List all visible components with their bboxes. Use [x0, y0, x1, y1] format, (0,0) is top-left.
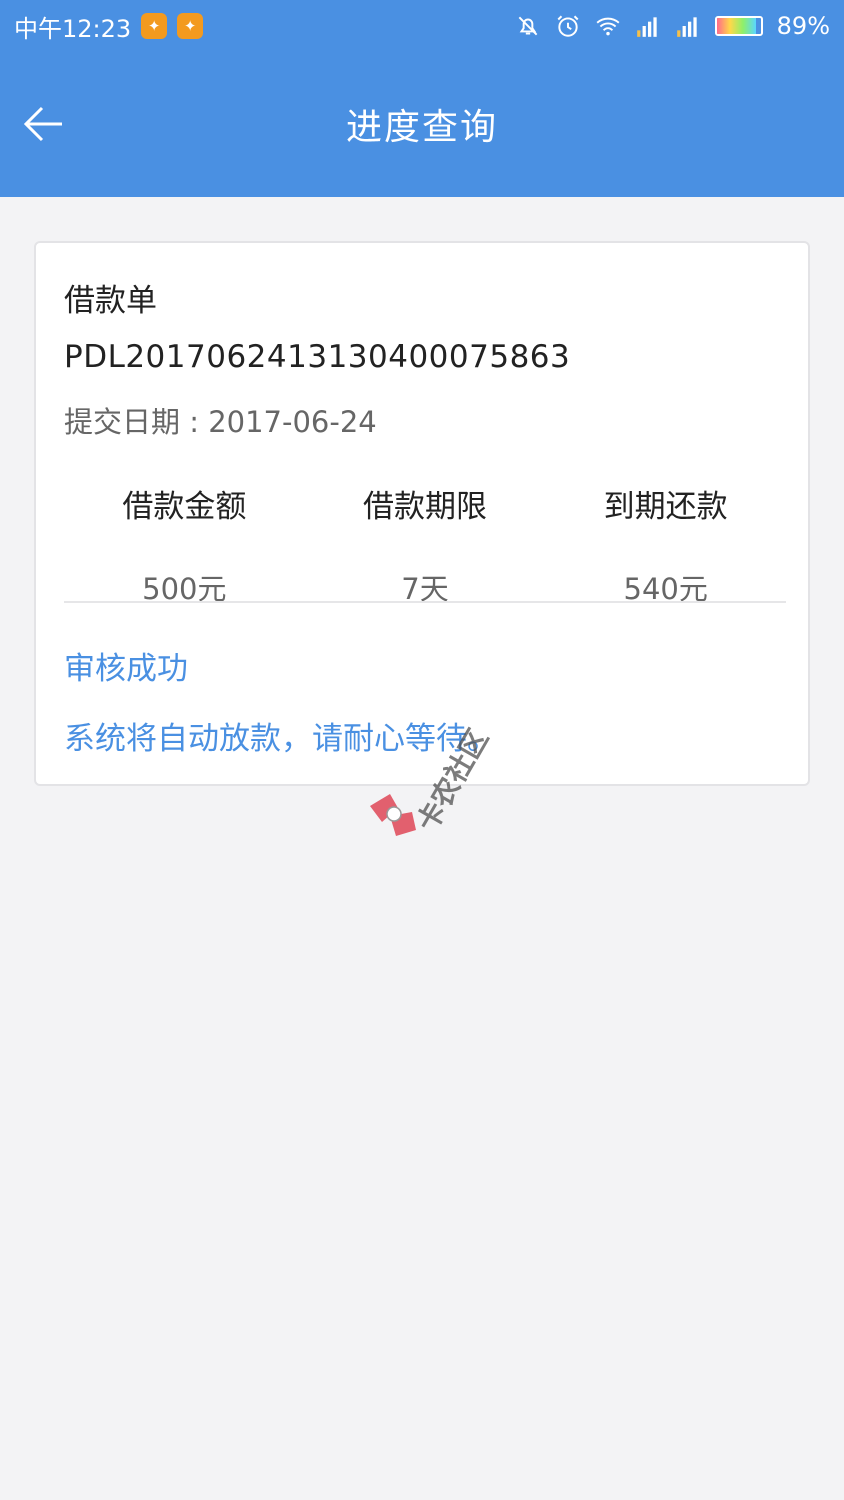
alarm-icon: [557, 15, 579, 37]
status-bar: 中午12:23 ✦ ✦ 89%: [0, 0, 844, 52]
stat-repayment: 到期还款 540元: [545, 481, 786, 608]
divider: [64, 601, 786, 603]
review-status: 审核成功: [64, 651, 188, 687]
uc-browser-icon: ✦: [141, 13, 168, 39]
doc-number: PDL2017062413130400075863: [64, 339, 571, 375]
page-title: 进度查询: [345, 107, 498, 148]
status-time: 中午12:23: [14, 14, 132, 43]
stat-loan-amount: 借款金额 500元: [64, 481, 305, 608]
doc-type-label: 借款单: [64, 283, 157, 319]
stat-label: 借款金额: [122, 489, 247, 525]
mute-icon: [518, 16, 538, 36]
signal-icon: [676, 17, 697, 37]
battery-level: [716, 18, 756, 34]
loan-card: 借款单 PDL2017062413130400075863 提交日期 : 201…: [34, 241, 810, 786]
stat-label: 到期还款: [603, 489, 728, 525]
watermark-logo-icon: [370, 794, 416, 836]
review-status-description: 系统将自动放款，请耐心等待。: [64, 721, 498, 757]
stat-loan-term: 借款期限 7天: [305, 481, 546, 608]
stat-label: 借款期限: [363, 489, 487, 525]
wifi-icon: [596, 17, 620, 36]
status-left: 中午12:23 ✦ ✦: [14, 9, 204, 44]
uc-browser-icon: ✦: [177, 13, 204, 39]
loan-stats: 借款金额 500元 借款期限 7天 到期还款 540元: [64, 481, 786, 608]
app-bar: 进度查询: [0, 52, 844, 197]
battery-icon: [714, 16, 763, 36]
signal-icon: [636, 17, 657, 37]
battery-percent: 89%: [776, 12, 830, 40]
status-right: 89%: [515, 12, 830, 40]
submit-date: 提交日期 : 2017-06-24: [64, 405, 377, 439]
